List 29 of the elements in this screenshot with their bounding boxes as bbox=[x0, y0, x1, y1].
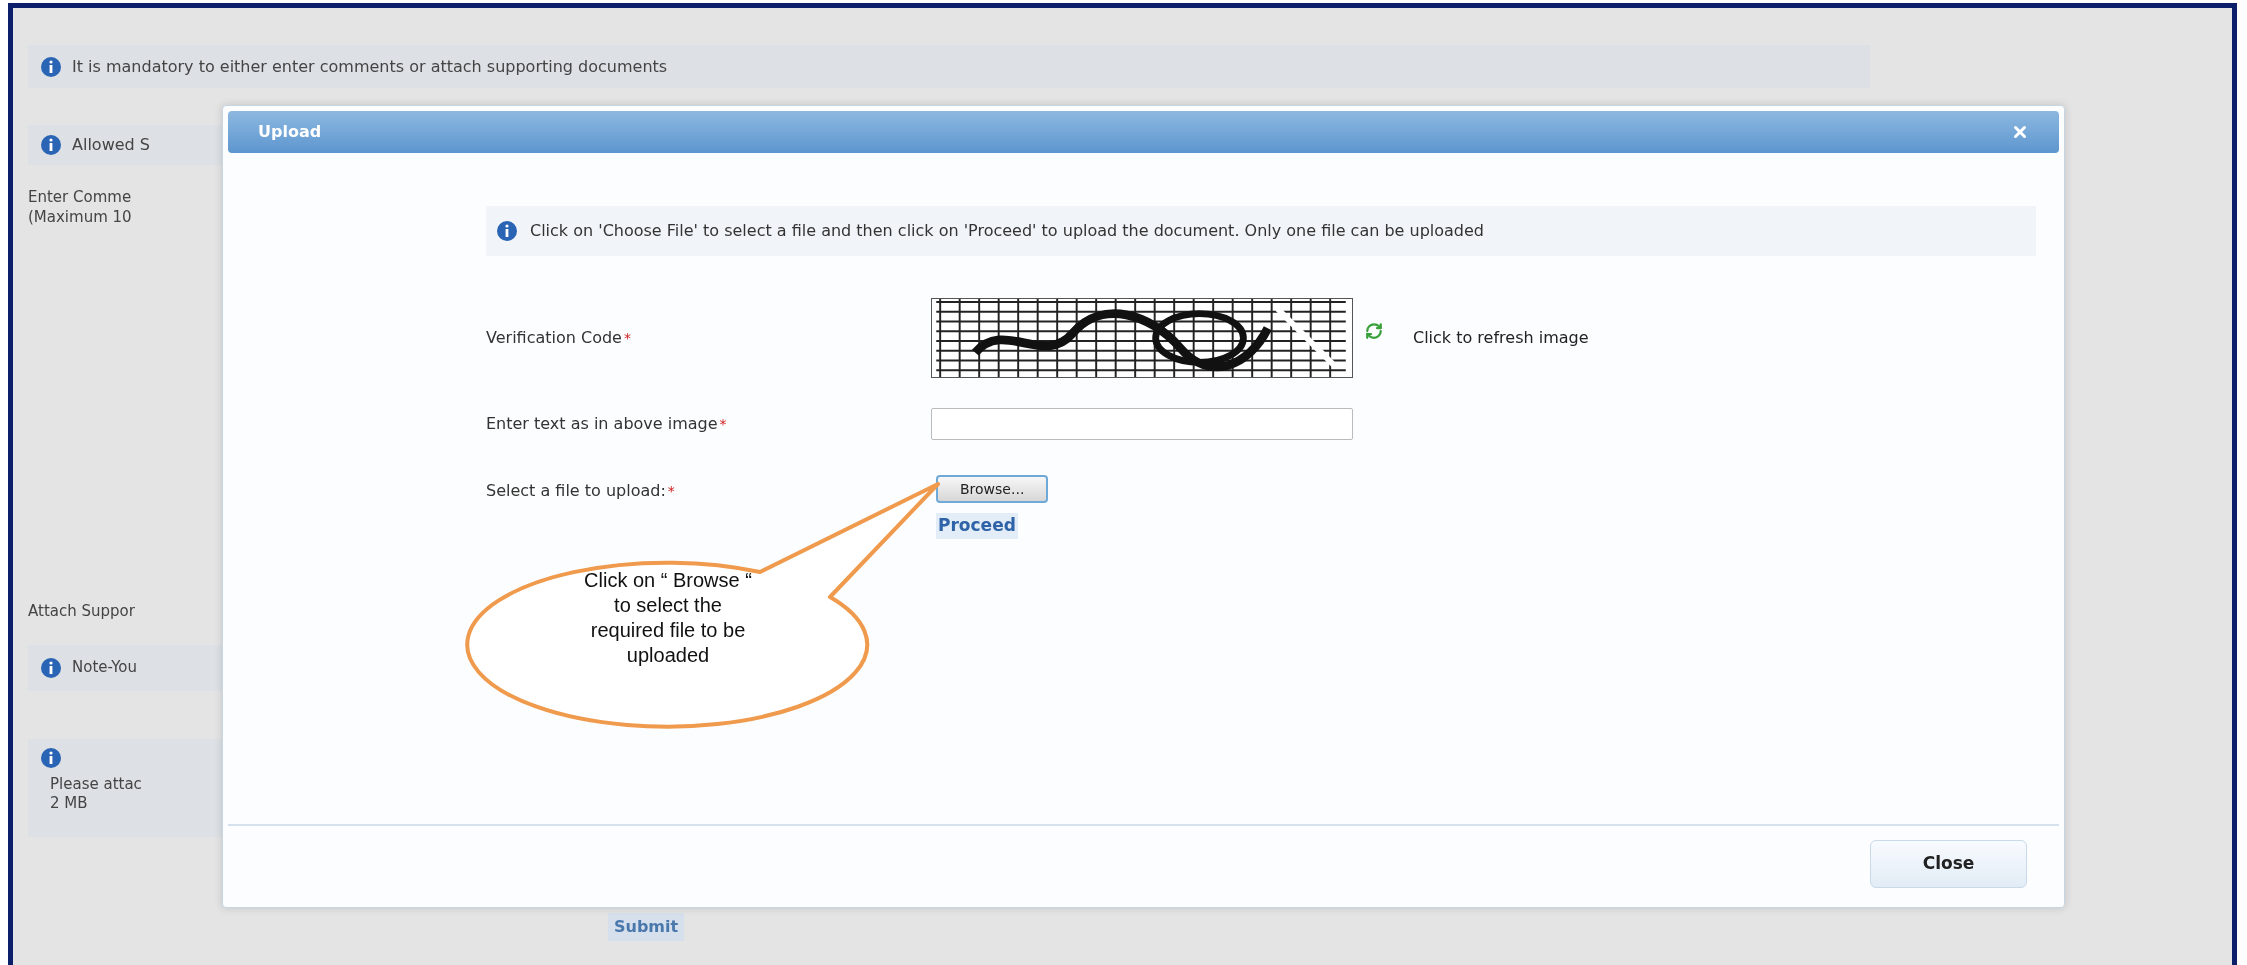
info-icon bbox=[40, 656, 62, 679]
close-button[interactable]: Close bbox=[1870, 840, 2027, 888]
required-mark: * bbox=[623, 328, 631, 348]
notice-text: Allowed S bbox=[72, 134, 150, 156]
callout-text: Click on “ Browse “ to select the required file to be uploaded bbox=[583, 568, 753, 668]
notice-text: 2 MB bbox=[50, 793, 89, 813]
info-icon bbox=[496, 220, 518, 242]
input-field[interactable] bbox=[931, 408, 1353, 440]
info-text: Click on 'Choose File' to select a file and then click on 'Proceed' to upload the document. Only one file can be uploaded bbox=[530, 220, 1484, 242]
browse-button[interactable]: Browse... bbox=[936, 475, 1049, 503]
proceed-link[interactable]: Proceed bbox=[936, 513, 1018, 539]
required-mark: * bbox=[667, 481, 675, 501]
info-icon bbox=[40, 746, 62, 769]
comments-label: (Maximum 10 bbox=[28, 207, 133, 227]
comments-label: Enter Comme bbox=[28, 187, 133, 207]
notice-text: It is mandatory to either enter comments or attach supporting documents bbox=[72, 55, 668, 78]
notice-text: Please attac bbox=[50, 774, 143, 794]
close-icon[interactable] bbox=[2011, 123, 2029, 141]
field-label: Verification Code bbox=[486, 327, 622, 349]
field-label: Enter text as in above image bbox=[486, 413, 718, 435]
refresh-link[interactable]: Click to refresh image bbox=[1413, 326, 1589, 350]
note-text: Note-You bbox=[72, 657, 137, 679]
required-mark: * bbox=[719, 414, 727, 434]
info-icon bbox=[40, 134, 62, 156]
refresh-icon[interactable] bbox=[1365, 322, 1383, 340]
field-label: Select a file to upload: bbox=[486, 480, 666, 502]
dialog-title: Upload bbox=[258, 121, 322, 143]
info-icon bbox=[40, 55, 62, 78]
attach-label: Attach Suppor bbox=[28, 601, 135, 622]
